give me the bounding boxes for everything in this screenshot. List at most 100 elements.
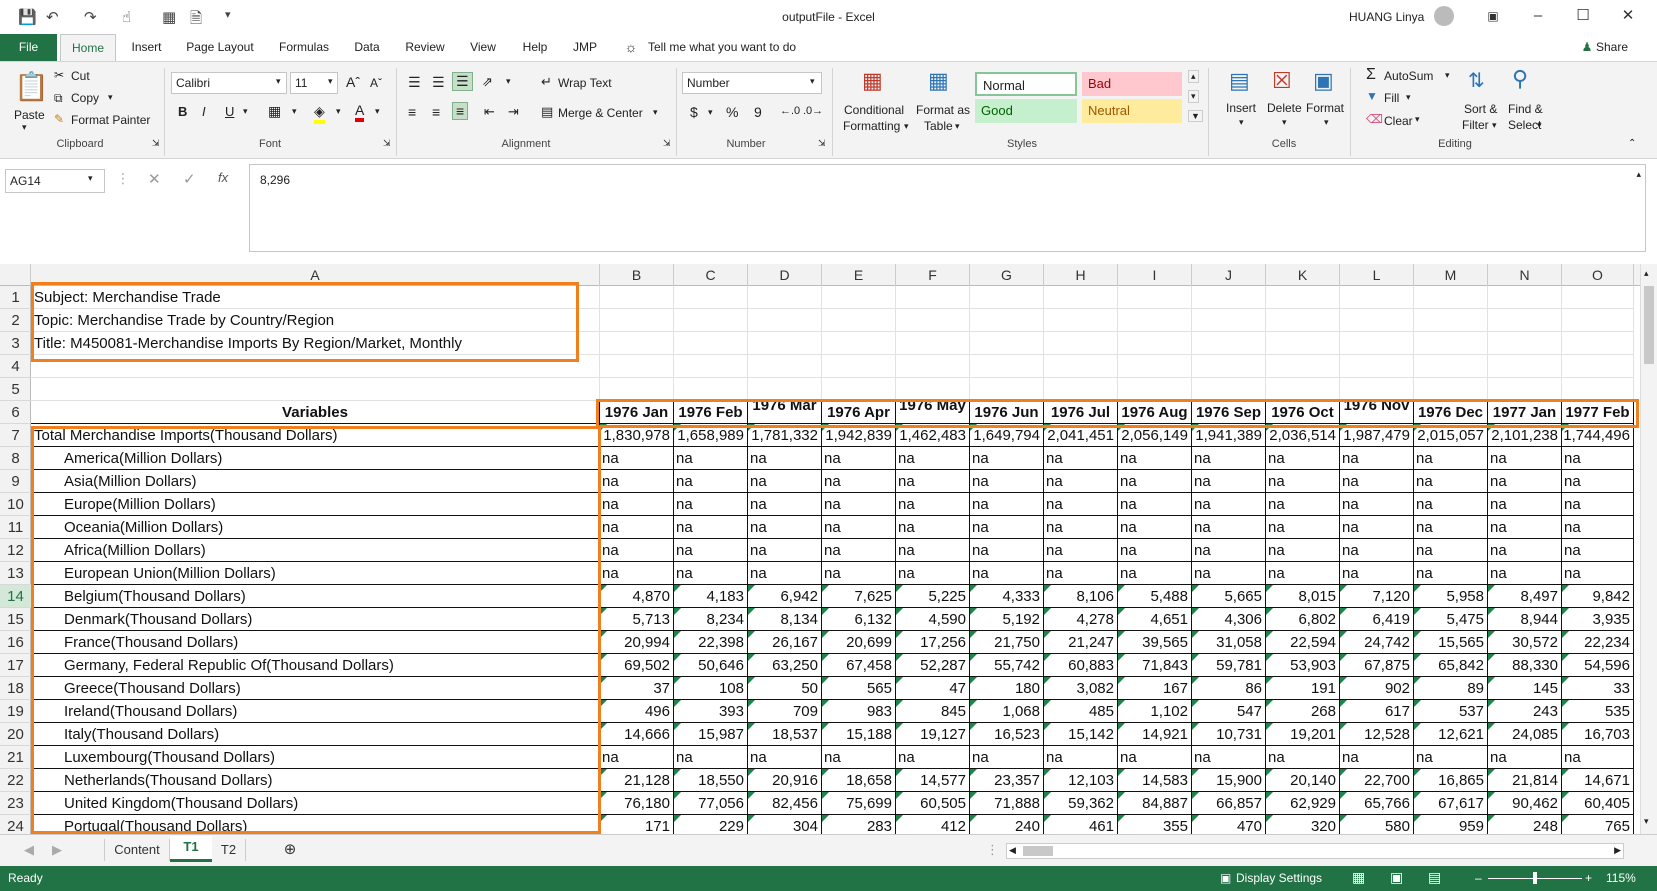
data-cell[interactable]: 485 — [1044, 700, 1118, 723]
styles-more-icon[interactable]: ▼ — [1188, 110, 1203, 122]
data-cell[interactable]: na — [1414, 447, 1488, 470]
column-header-n[interactable]: N — [1488, 264, 1562, 286]
find-dropdown-icon[interactable]: ▾ — [1537, 120, 1542, 131]
empty-cell[interactable] — [748, 378, 822, 401]
data-cell[interactable]: 59,781 — [1192, 654, 1266, 677]
clear-icon[interactable]: ⌫ — [1366, 112, 1383, 126]
row-header-13[interactable]: 13 — [0, 562, 31, 585]
conditional-formatting-button[interactable]: Conditional — [844, 103, 904, 117]
column-header-m[interactable]: M — [1414, 264, 1488, 286]
data-cell[interactable]: na — [1192, 516, 1266, 539]
data-cell[interactable]: na — [1192, 562, 1266, 585]
merge-center-icon[interactable]: ▤ — [541, 104, 553, 120]
minimize-icon[interactable]: – — [1523, 4, 1553, 28]
data-cell[interactable]: 243 — [1488, 700, 1562, 723]
data-cell[interactable]: 8,134 — [748, 608, 822, 631]
data-cell[interactable]: 5,192 — [970, 608, 1044, 631]
data-cell[interactable]: 268 — [1266, 700, 1340, 723]
data-cell[interactable]: 65,766 — [1340, 792, 1414, 815]
zoom-slider-thumb[interactable] — [1533, 872, 1537, 884]
data-cell[interactable]: na — [1414, 516, 1488, 539]
sheet-tab-t1[interactable]: T1 — [170, 836, 212, 862]
format-painter-icon[interactable]: ✎ — [54, 112, 64, 126]
data-cell[interactable]: 547 — [1192, 700, 1266, 723]
data-cell[interactable]: na — [748, 516, 822, 539]
merge-center-button[interactable]: Merge & Center — [558, 106, 643, 120]
data-cell[interactable]: 62,929 — [1266, 792, 1340, 815]
font-name-box[interactable]: Calibri — [171, 72, 287, 94]
data-cell[interactable]: 55,742 — [970, 654, 1044, 677]
empty-cell[interactable] — [1266, 355, 1340, 378]
data-cell[interactable]: 180 — [970, 677, 1044, 700]
row-header-12[interactable]: 12 — [0, 539, 31, 562]
data-cell[interactable]: 248 — [1488, 815, 1562, 834]
align-center-icon[interactable]: ≡ — [432, 104, 440, 120]
data-cell[interactable]: na — [970, 746, 1044, 769]
data-cell[interactable]: 21,247 — [1044, 631, 1118, 654]
column-header-c[interactable]: C — [674, 264, 748, 286]
empty-cell[interactable] — [970, 378, 1044, 401]
data-cell[interactable]: 1,942,839 — [822, 424, 896, 447]
delete-cells-button[interactable]: Delete — [1267, 101, 1302, 115]
data-cell[interactable]: na — [1414, 539, 1488, 562]
borders-icon[interactable]: ▦ — [268, 103, 281, 120]
empty-cell[interactable] — [600, 309, 674, 332]
data-cell[interactable]: 902 — [1340, 677, 1414, 700]
increase-indent-icon[interactable]: ⇥ — [508, 104, 519, 120]
number-format-dropdown-icon[interactable]: ▾ — [810, 76, 815, 87]
conditional-formatting-icon[interactable]: ▦ — [862, 68, 883, 94]
info-topic-cell[interactable]: Topic: Merchandise Trade by Country/Regi… — [31, 309, 600, 332]
data-cell[interactable]: 86 — [1192, 677, 1266, 700]
share-icon[interactable]: ♟ — [1580, 34, 1594, 61]
data-cell[interactable]: 8,106 — [1044, 585, 1118, 608]
data-cell[interactable]: 240 — [970, 815, 1044, 834]
data-cell[interactable]: 4,590 — [896, 608, 970, 631]
conditional-dropdown-icon[interactable]: ▾ — [904, 121, 909, 132]
data-cell[interactable]: na — [1192, 493, 1266, 516]
data-cell[interactable]: 24,742 — [1340, 631, 1414, 654]
new-sheet-icon[interactable]: ⊕ — [280, 839, 300, 861]
style-neutral[interactable]: Neutral — [1082, 99, 1182, 123]
style-bad[interactable]: Bad — [1082, 72, 1182, 96]
data-cell[interactable]: 496 — [600, 700, 674, 723]
name-box-dropdown-icon[interactable]: ▾ — [88, 173, 93, 184]
data-cell[interactable]: na — [1562, 447, 1634, 470]
data-cell[interactable]: na — [1488, 516, 1562, 539]
data-cell[interactable]: na — [748, 562, 822, 585]
styles-scroll-up-icon[interactable]: ▴ — [1188, 70, 1199, 83]
row-header-9[interactable]: 9 — [0, 470, 31, 493]
format-as-table-icon[interactable]: ▦ — [928, 68, 949, 94]
data-cell[interactable]: 1,987,479 — [1340, 424, 1414, 447]
data-cell[interactable]: 537 — [1414, 700, 1488, 723]
data-cell[interactable]: 18,658 — [822, 769, 896, 792]
data-cell[interactable]: na — [970, 562, 1044, 585]
empty-cell[interactable] — [896, 378, 970, 401]
data-cell[interactable]: 77,056 — [674, 792, 748, 815]
normal-view-icon[interactable]: ▦ — [1352, 869, 1365, 886]
data-cell[interactable]: na — [600, 562, 674, 585]
borders-dropdown-icon[interactable]: ▾ — [292, 106, 297, 117]
data-cell[interactable]: na — [1266, 493, 1340, 516]
data-cell[interactable]: 1,781,332 — [748, 424, 822, 447]
data-cell[interactable]: 16,523 — [970, 723, 1044, 746]
row-header-23[interactable]: 23 — [0, 792, 31, 815]
data-cell[interactable]: 5,665 — [1192, 585, 1266, 608]
underline-button[interactable]: U — [225, 104, 234, 119]
data-cell[interactable]: 171 — [600, 815, 674, 834]
data-cell[interactable]: na — [822, 562, 896, 585]
data-cell[interactable]: 21,128 — [600, 769, 674, 792]
column-header-o[interactable]: O — [1562, 264, 1634, 286]
data-cell[interactable]: na — [1044, 516, 1118, 539]
data-cell[interactable]: 2,056,149 — [1118, 424, 1192, 447]
data-cell[interactable]: na — [1562, 539, 1634, 562]
data-cell[interactable]: 5,713 — [600, 608, 674, 631]
data-cell[interactable]: na — [1044, 746, 1118, 769]
data-cell[interactable]: na — [1414, 470, 1488, 493]
data-cell[interactable]: 12,621 — [1414, 723, 1488, 746]
comma-button[interactable]: 9 — [754, 104, 762, 120]
data-cell[interactable]: na — [1118, 447, 1192, 470]
align-left-icon[interactable]: ≡ — [408, 104, 416, 120]
month-header[interactable]: 1976 Jan — [600, 401, 674, 424]
empty-cell[interactable] — [1118, 378, 1192, 401]
empty-cell[interactable] — [1118, 309, 1192, 332]
